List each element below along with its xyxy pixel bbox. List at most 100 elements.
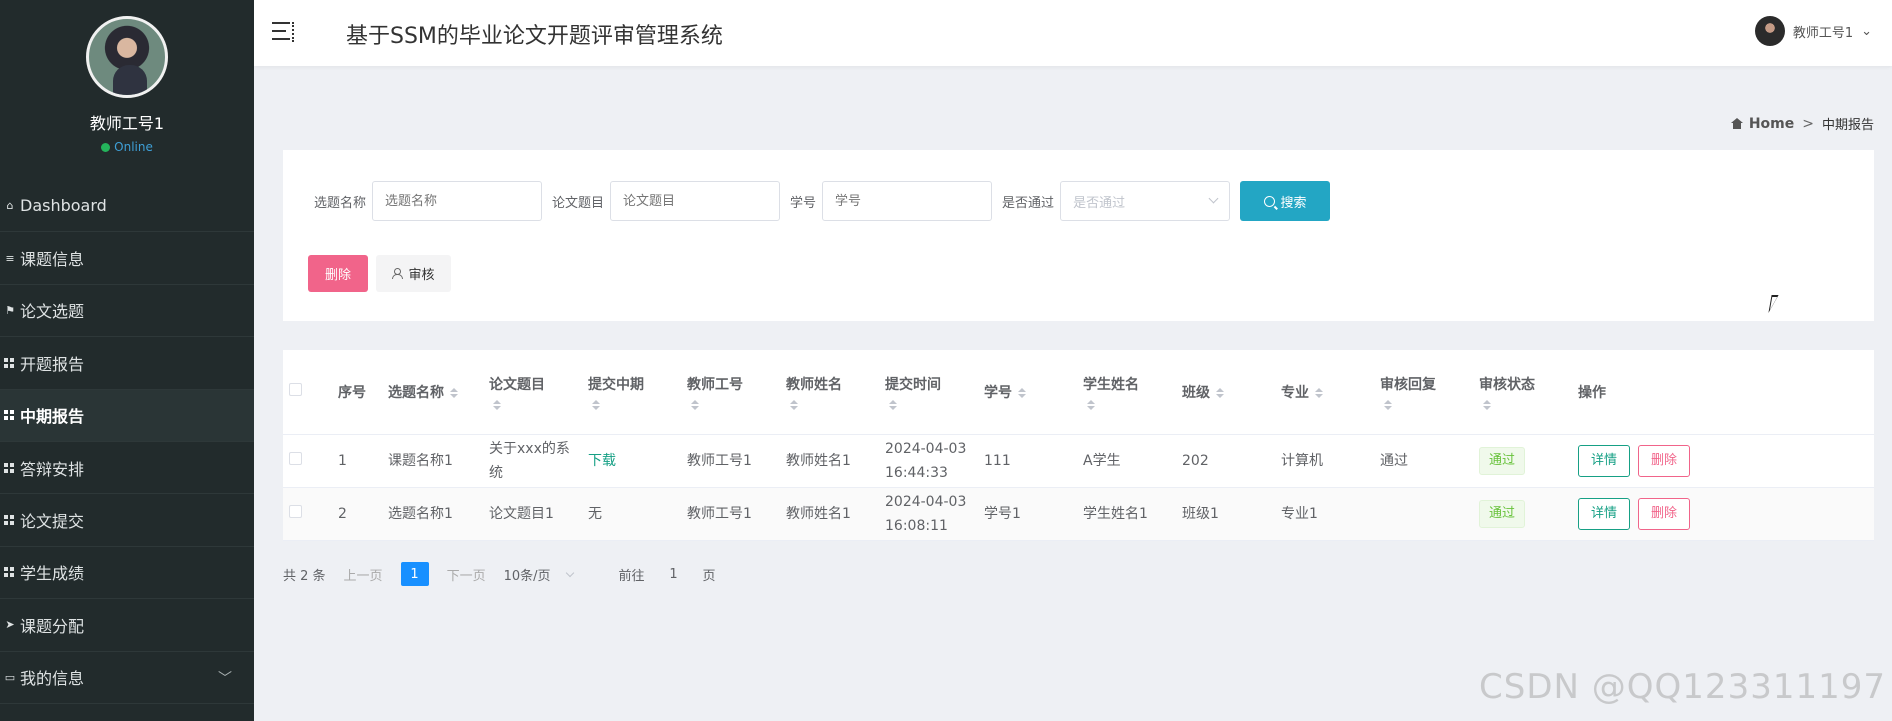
col-teacher-id[interactable]: 教师工号 bbox=[681, 350, 780, 435]
sidebar-item-label: 学生成绩 bbox=[20, 564, 85, 584]
sidebar-item-defense-schedule[interactable]: 答辩安排 bbox=[0, 442, 254, 495]
audit-button[interactable]: 审核 bbox=[376, 255, 451, 292]
col-label: 学号 bbox=[984, 384, 1012, 401]
send-icon: ➤ bbox=[5, 618, 15, 632]
sidebar-item-label: 课题信息 bbox=[20, 250, 85, 270]
sidebar-item-student-scores[interactable]: 学生成绩 bbox=[0, 547, 254, 600]
sidebar-item-paper-submission[interactable]: 论文提交 bbox=[0, 494, 254, 547]
sidebar-item-topic-assignment[interactable]: ➤ 课题分配 bbox=[0, 599, 254, 652]
prev-page-button[interactable]: 上一页 bbox=[344, 565, 383, 584]
status-badge: 通过 bbox=[1479, 446, 1526, 475]
col-label: 选题名称 bbox=[388, 384, 444, 401]
breadcrumb: Home > 中期报告 bbox=[1730, 114, 1874, 133]
col-label: 提交中期 bbox=[588, 376, 644, 393]
col-reply[interactable]: 审核回复 bbox=[1374, 350, 1473, 435]
sidebar-item-opening-report[interactable]: 开题报告 bbox=[0, 337, 254, 390]
user-menu[interactable]: 教师工号1 ⌄ bbox=[1754, 16, 1872, 46]
col-topic[interactable]: 选题名称 bbox=[382, 350, 483, 435]
student-id-input[interactable] bbox=[822, 181, 993, 221]
col-label: 专业 bbox=[1281, 384, 1309, 401]
page-number-current[interactable]: 1 bbox=[400, 562, 429, 586]
cell-submit-time: 2024-04-03 16:08:11 bbox=[879, 487, 978, 541]
sidebar-item-midterm-report[interactable]: 中期报告 bbox=[0, 389, 254, 442]
sidebar-item-label: 开题报告 bbox=[20, 354, 85, 374]
row-checkbox[interactable] bbox=[289, 451, 302, 465]
cell-reply: 通过 bbox=[1374, 434, 1473, 488]
table-row: 2 选题名称1 论文题目1 无 教师工号1 教师姓名1 2024-04-03 16… bbox=[283, 487, 1874, 541]
sort-icon bbox=[1018, 387, 1026, 398]
col-submit-mid[interactable]: 提交中期 bbox=[582, 350, 681, 435]
flag-icon: ⚑ bbox=[5, 303, 15, 317]
home-outline-icon: ⌂ bbox=[6, 199, 14, 213]
col-status[interactable]: 审核状态 bbox=[1473, 350, 1572, 435]
col-submit-time[interactable]: 提交时间 bbox=[879, 350, 978, 435]
sidebar: 教师工号1 Online ⌂ Dashboard ≡ 课题信息 ⚑ 论文选题 开… bbox=[0, 0, 254, 721]
profile: 教师工号1 Online bbox=[0, 0, 254, 180]
detail-button[interactable]: 详情 bbox=[1578, 497, 1631, 530]
breadcrumb-home-label: Home bbox=[1748, 115, 1795, 132]
list-icon: ≡ bbox=[5, 251, 15, 265]
breadcrumb-current: 中期报告 bbox=[1821, 118, 1874, 133]
grid-icon bbox=[4, 357, 16, 368]
col-label: 论文题目 bbox=[489, 376, 545, 393]
next-page-button[interactable]: 下一页 bbox=[447, 565, 486, 584]
menu-toggle-icon[interactable] bbox=[272, 22, 294, 42]
row-checkbox[interactable] bbox=[289, 504, 302, 518]
search-button[interactable]: 搜索 bbox=[1240, 181, 1331, 221]
paper-input[interactable] bbox=[610, 181, 781, 221]
cell-teacher-name: 教师姓名1 bbox=[780, 487, 879, 541]
sidebar-item-dashboard[interactable]: ⌂ Dashboard bbox=[0, 180, 254, 233]
download-link[interactable]: 下载 bbox=[588, 453, 616, 469]
user-avatar bbox=[1754, 16, 1785, 46]
col-label: 提交时间 bbox=[885, 376, 941, 393]
grid-icon bbox=[4, 515, 16, 526]
goto-page-input[interactable] bbox=[658, 562, 689, 586]
sort-icon bbox=[1483, 399, 1566, 410]
sidebar-menu: ⌂ Dashboard ≡ 课题信息 ⚑ 论文选题 开题报告 中期报告 答辩安排… bbox=[0, 180, 254, 704]
avatar[interactable] bbox=[86, 16, 168, 98]
pass-select[interactable]: 是否通过 bbox=[1060, 181, 1231, 221]
sort-icon bbox=[493, 399, 576, 410]
detail-button[interactable]: 详情 bbox=[1578, 444, 1631, 477]
submit-clock: 16:08:11 bbox=[885, 517, 948, 534]
sidebar-item-label: 我的信息 bbox=[20, 669, 85, 689]
cell-topic: 课题名称1 bbox=[382, 434, 483, 488]
sort-icon bbox=[1087, 399, 1170, 410]
sort-icon bbox=[1216, 387, 1224, 398]
row-delete-button[interactable]: 删除 bbox=[1638, 444, 1691, 477]
user-icon bbox=[392, 268, 404, 279]
sidebar-item-label: 答辩安排 bbox=[20, 459, 85, 479]
sidebar-item-topic-info[interactable]: ≡ 课题信息 bbox=[0, 232, 254, 285]
submit-date: 2024-04-03 bbox=[885, 493, 967, 510]
watermark: CSDN @QQ123311197 bbox=[1479, 667, 1886, 707]
col-student-name[interactable]: 学生姓名 bbox=[1077, 350, 1176, 435]
sort-icon bbox=[889, 399, 972, 410]
cell-student-name: A学生 bbox=[1077, 434, 1176, 488]
select-all-checkbox[interactable] bbox=[289, 383, 302, 397]
sidebar-item-my-info[interactable]: ▭ 我的信息 ﹀ bbox=[0, 652, 254, 704]
sidebar-item-label: 论文提交 bbox=[20, 512, 85, 532]
page-size-select[interactable]: 10条/页 bbox=[503, 565, 574, 584]
goto-prefix: 前往 bbox=[618, 568, 645, 584]
cell-major: 计算机 bbox=[1275, 434, 1374, 488]
row-delete-button[interactable]: 删除 bbox=[1638, 497, 1691, 530]
col-class[interactable]: 班级 bbox=[1176, 350, 1275, 435]
chevron-down-icon bbox=[1208, 193, 1219, 204]
sort-icon bbox=[691, 399, 774, 410]
grid-icon bbox=[4, 567, 16, 578]
col-student-id[interactable]: 学号 bbox=[978, 350, 1077, 435]
search-button-label: 搜索 bbox=[1280, 194, 1307, 210]
sort-icon bbox=[1315, 387, 1323, 398]
breadcrumb-home[interactable]: Home bbox=[1730, 115, 1795, 132]
col-teacher-name[interactable]: 教师姓名 bbox=[780, 350, 879, 435]
sidebar-item-paper-selection[interactable]: ⚑ 论文选题 bbox=[0, 285, 254, 338]
batch-delete-button[interactable]: 删除 bbox=[308, 255, 368, 292]
col-paper[interactable]: 论文题目 bbox=[483, 350, 582, 435]
col-major[interactable]: 专业 bbox=[1275, 350, 1374, 435]
topic-input[interactable] bbox=[372, 181, 543, 221]
page-size-label: 10条/页 bbox=[503, 568, 551, 584]
cell-topic: 选题名称1 bbox=[382, 487, 483, 541]
sort-icon bbox=[790, 399, 873, 410]
chevron-down-icon: ⌄ bbox=[1861, 23, 1872, 39]
search-panel: 选题名称 论文题目 学号 是否通过 是否通过 搜索 删除 审核 bbox=[283, 150, 1874, 321]
